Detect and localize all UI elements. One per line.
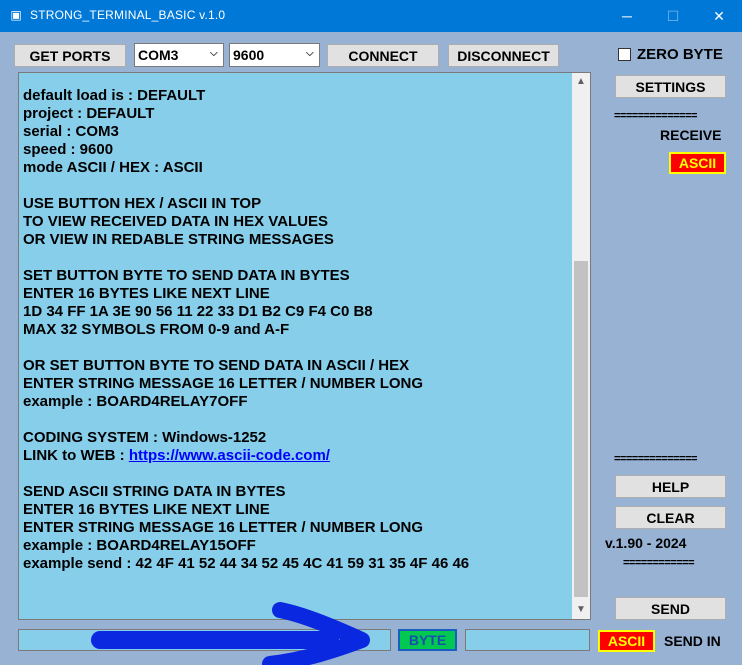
scroll-thumb[interactable] <box>574 261 588 597</box>
output-line: LINK to WEB : https://www.ascii-code.com… <box>23 447 566 465</box>
send-input[interactable] <box>18 629 391 651</box>
settings-button[interactable]: SETTINGS <box>615 75 726 98</box>
output-line-text: mode ASCII / HEX : ASCII <box>23 159 203 176</box>
send-mode-toggle[interactable]: ASCII <box>598 630 655 652</box>
output-line: ENTER STRING MESSAGE 16 LETTER / NUMBER … <box>23 375 566 393</box>
output-line: SET BUTTON BYTE TO SEND DATA IN BYTES <box>23 267 566 285</box>
output-line-text: OR SET BUTTON BYTE TO SEND DATA IN ASCII… <box>23 357 410 374</box>
output-line-text: LINK to WEB : <box>23 447 129 464</box>
output-line: USE BUTTON HEX / ASCII IN TOP <box>23 195 566 213</box>
output-line: OR SET BUTTON BYTE TO SEND DATA IN ASCII… <box>23 357 566 375</box>
zero-byte-checkbox[interactable] <box>618 48 631 61</box>
output-line: serial : COM3 <box>23 123 566 141</box>
output-line: ENTER STRING MESSAGE 16 LETTER / NUMBER … <box>23 519 566 537</box>
vertical-scrollbar[interactable]: ▲ ▼ <box>572 73 590 619</box>
disconnect-button[interactable]: DISCONNECT <box>448 44 559 67</box>
byte-mode-button[interactable]: BYTE <box>398 629 457 651</box>
secondary-input[interactable] <box>465 629 590 651</box>
output-line-text: CODING SYSTEM : Windows-1252 <box>23 429 267 446</box>
output-line-text: speed : 9600 <box>23 141 114 158</box>
output-line-text: example : BOARD4RELAY15OFF <box>23 537 256 554</box>
output-line: ENTER 16 BYTES LIKE NEXT LINE <box>23 501 566 519</box>
zero-byte-label: ZERO BYTE <box>637 46 723 63</box>
scroll-up-icon[interactable]: ▲ <box>572 73 590 91</box>
output-line-text: USE BUTTON HEX / ASCII IN TOP <box>23 195 262 212</box>
connect-button[interactable]: CONNECT <box>327 44 439 67</box>
output-line-text: TO VIEW RECEIVED DATA IN HEX VALUES <box>23 213 329 230</box>
output-line-text: OR VIEW IN REDABLE STRING MESSAGES <box>23 231 334 248</box>
receive-mode-toggle[interactable]: ASCII <box>669 152 726 174</box>
version-label: v.1.90 - 2024 <box>605 535 687 551</box>
output-line-text: SEND ASCII STRING DATA IN BYTES <box>23 483 286 500</box>
send-in-label: SEND IN <box>664 633 721 649</box>
output-line-text: ENTER STRING MESSAGE 16 LETTER / NUMBER … <box>23 375 424 392</box>
output-line: speed : 9600 <box>23 141 566 159</box>
clear-button[interactable]: CLEAR <box>615 506 726 529</box>
main-window: ▣ STRONG_TERMINAL_BASIC v.1.0 ─ ☐ ✕ GET … <box>0 0 742 665</box>
send-button[interactable]: SEND <box>615 597 726 620</box>
output-line-text: serial : COM3 <box>23 123 119 140</box>
minimize-icon[interactable]: ─ <box>604 0 650 32</box>
output-line: CODING SYSTEM : Windows-1252 <box>23 429 566 447</box>
output-line-text: ENTER 16 BYTES LIKE NEXT LINE <box>23 501 270 518</box>
output-lines: default load is : DEFAULT project : DEFAU… <box>23 73 566 573</box>
port-select[interactable]: COM3 ⌵ <box>134 43 224 67</box>
output-line: example : BOARD4RELAY15OFF <box>23 537 566 555</box>
title-bar[interactable]: ▣ STRONG_TERMINAL_BASIC v.1.0 ─ ☐ ✕ <box>0 0 742 32</box>
output-line: OR VIEW IN REDABLE STRING MESSAGES <box>23 231 566 249</box>
receive-label: RECEIVE <box>660 127 722 143</box>
port-select-value: COM3 <box>138 47 179 63</box>
window-title: STRONG_TERMINAL_BASIC v.1.0 <box>30 8 226 22</box>
help-button[interactable]: HELP <box>615 475 726 498</box>
chevron-down-icon: ⌵ <box>210 48 218 59</box>
output-line: ENTER 16 BYTES LIKE NEXT LINE <box>23 285 566 303</box>
terminal-app-icon: ▣ <box>10 8 22 22</box>
output-line-text: SET BUTTON BYTE TO SEND DATA IN BYTES <box>23 267 350 284</box>
scroll-down-icon[interactable]: ▼ <box>572 601 590 619</box>
separator: ============== <box>614 453 697 465</box>
output-line: example send : 42 4F 41 52 44 34 52 45 4… <box>23 555 566 573</box>
baud-select[interactable]: 9600 ⌵ <box>229 43 320 67</box>
separator: ============== <box>614 110 697 122</box>
output-line-text: ENTER STRING MESSAGE 16 LETTER / NUMBER … <box>23 519 424 536</box>
output-line: project : DEFAULT <box>23 105 566 123</box>
output-line-text: ENTER 16 BYTES LIKE NEXT LINE <box>23 285 270 302</box>
separator: ============ <box>623 557 695 569</box>
chevron-down-icon: ⌵ <box>306 48 314 59</box>
output-line: SEND ASCII STRING DATA IN BYTES <box>23 483 566 501</box>
output-line: TO VIEW RECEIVED DATA IN HEX VALUES <box>23 213 566 231</box>
output-line-text: project : DEFAULT <box>23 105 155 122</box>
close-icon[interactable]: ✕ <box>696 0 742 32</box>
output-textarea[interactable]: default load is : DEFAULT project : DEFAU… <box>18 72 591 620</box>
get-ports-button[interactable]: GET PORTS <box>14 44 126 67</box>
output-line: MAX 32 SYMBOLS FROM 0-9 and A-F <box>23 321 566 339</box>
output-line-text: example send : 42 4F 41 52 44 34 52 45 4… <box>23 555 470 572</box>
output-line-text: 1D 34 FF 1A 3E 90 56 11 22 33 D1 B2 C9 F… <box>23 303 373 320</box>
output-line-text: MAX 32 SYMBOLS FROM 0-9 and A-F <box>23 321 290 338</box>
maximize-icon[interactable]: ☐ <box>650 0 696 32</box>
output-line-text: default load is : DEFAULT <box>23 87 206 104</box>
output-line: default load is : DEFAULT <box>23 87 566 105</box>
web-link[interactable]: https://www.ascii-code.com/ <box>129 447 330 464</box>
output-line-text: example : BOARD4RELAY7OFF <box>23 393 248 410</box>
output-line: mode ASCII / HEX : ASCII <box>23 159 566 177</box>
output-line: example : BOARD4RELAY7OFF <box>23 393 566 411</box>
baud-select-value: 9600 <box>233 47 265 63</box>
output-line: 1D 34 FF 1A 3E 90 56 11 22 33 D1 B2 C9 F… <box>23 303 566 321</box>
